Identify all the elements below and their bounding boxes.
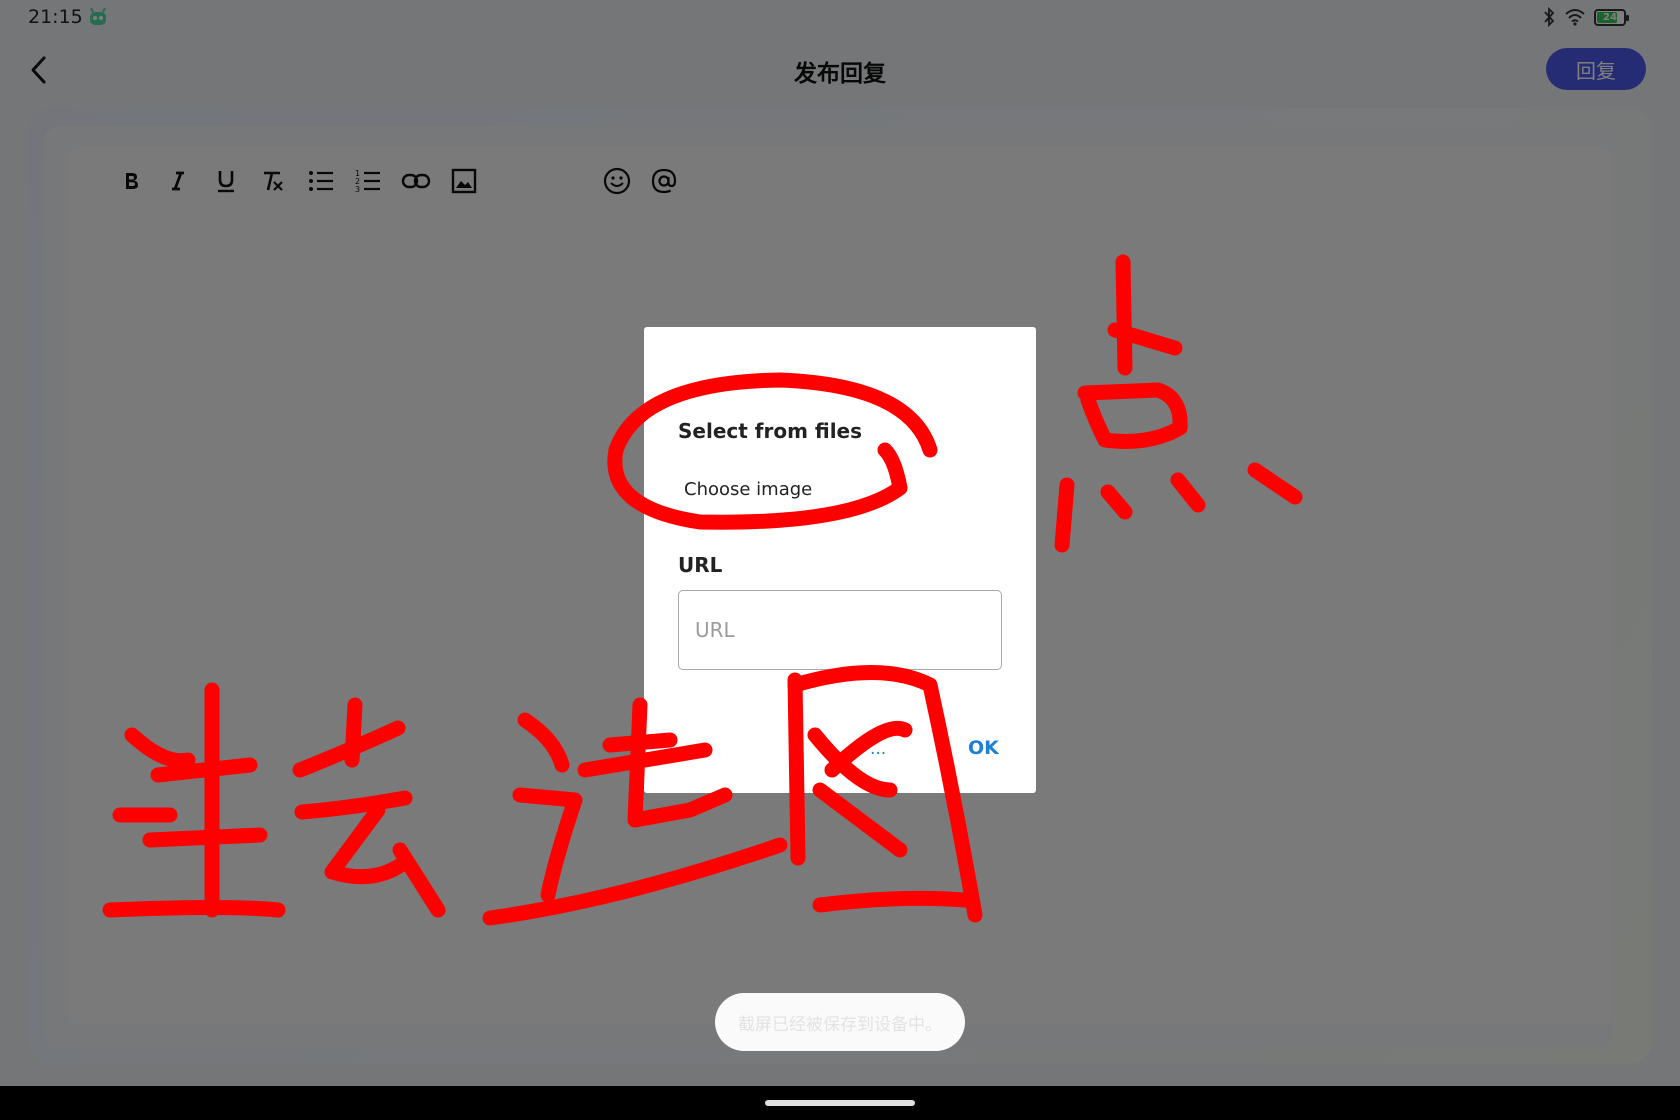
navigation-bar: [0, 1086, 1680, 1120]
screenshot-saved-toast: 截屏已经被保存到设备中。: [715, 993, 965, 1051]
cancel-button[interactable]: ...: [870, 739, 886, 759]
insert-image-dialog: Select from files Choose image URL ... O…: [644, 327, 1036, 793]
choose-image-button[interactable]: Choose image: [684, 479, 812, 500]
home-indicator[interactable]: [765, 1100, 915, 1106]
screen: 21:15 24: [0, 0, 1680, 1120]
url-label: URL: [678, 553, 723, 577]
select-from-files-title: Select from files: [678, 419, 863, 443]
ok-button[interactable]: OK: [968, 737, 999, 759]
url-input[interactable]: [678, 590, 1002, 670]
